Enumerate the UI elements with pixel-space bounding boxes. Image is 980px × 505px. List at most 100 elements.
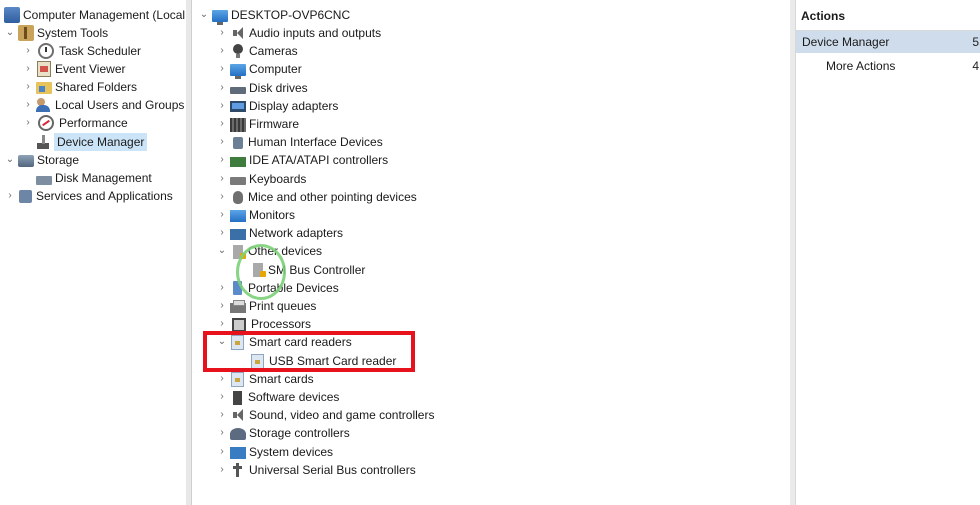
chevron-right-icon[interactable]: › bbox=[216, 79, 228, 97]
device-category[interactable]: › Universal Serial Bus controllers bbox=[216, 461, 416, 479]
action-more-actions[interactable]: More Actions 4 bbox=[796, 55, 980, 77]
firmware-icon bbox=[230, 117, 246, 132]
device-category[interactable]: › Human Interface Devices bbox=[216, 133, 383, 151]
chevron-right-icon[interactable]: › bbox=[216, 443, 228, 461]
storage-icon bbox=[18, 155, 34, 167]
chevron-down-icon[interactable]: ⌄ bbox=[4, 151, 16, 169]
device-item[interactable]: USB Smart Card reader bbox=[236, 352, 396, 370]
device-category[interactable]: › Smart cards bbox=[216, 370, 314, 388]
tree-node-task-scheduler[interactable]: › Task Scheduler bbox=[22, 42, 141, 60]
action-device-manager[interactable]: Device Manager 5 bbox=[796, 31, 980, 53]
device-category[interactable]: › Keyboards bbox=[216, 170, 306, 188]
device-category[interactable]: › Storage controllers bbox=[216, 424, 350, 442]
chevron-right-icon[interactable]: › bbox=[216, 97, 228, 115]
device-category[interactable]: › Disk drives bbox=[216, 79, 307, 97]
device-category[interactable]: › Display adapters bbox=[216, 97, 338, 115]
tree-label: Device Manager bbox=[54, 133, 148, 151]
device-category[interactable]: › Monitors bbox=[216, 206, 295, 224]
tools-icon bbox=[18, 25, 34, 41]
disk-management-icon bbox=[36, 176, 52, 185]
chevron-right-icon[interactable]: › bbox=[22, 114, 34, 132]
speaker-icon bbox=[230, 25, 246, 41]
chevron-right-icon[interactable]: › bbox=[216, 388, 228, 406]
device-label: Smart cards bbox=[249, 371, 314, 386]
device-category[interactable]: ⌄ Other devices bbox=[216, 242, 322, 260]
tree-label: Services and Applications bbox=[36, 189, 173, 203]
chevron-right-icon[interactable]: › bbox=[216, 170, 228, 188]
device-label: USB Smart Card reader bbox=[269, 353, 397, 368]
collapse-arrow-icon[interactable]: 5 bbox=[972, 31, 979, 53]
chevron-right-icon[interactable]: › bbox=[216, 315, 228, 333]
device-manager-icon bbox=[36, 134, 52, 150]
tree-node-performance[interactable]: › Performance bbox=[22, 114, 128, 132]
tree-label: Disk Management bbox=[55, 171, 152, 185]
device-item[interactable]: SM Bus Controller bbox=[236, 261, 365, 279]
chevron-right-icon[interactable]: › bbox=[216, 188, 228, 206]
tree-node-system-tools[interactable]: ⌄ System Tools bbox=[4, 24, 108, 42]
device-category[interactable]: › Portable Devices bbox=[216, 279, 339, 297]
actions-header: Actions bbox=[796, 0, 980, 31]
device-label: Keyboards bbox=[249, 171, 307, 186]
device-category[interactable]: › Sound, video and game controllers bbox=[216, 406, 434, 424]
portable-device-icon bbox=[233, 281, 242, 296]
services-icon bbox=[19, 189, 32, 203]
sound-icon bbox=[230, 407, 246, 423]
chevron-down-icon[interactable]: ⌄ bbox=[216, 333, 228, 351]
chevron-right-icon[interactable]: › bbox=[216, 133, 228, 151]
chevron-right-icon[interactable]: › bbox=[216, 24, 228, 42]
smart-card-reader-icon bbox=[231, 335, 244, 351]
device-tree-root[interactable]: ⌄ DESKTOP-OVP6CNC bbox=[198, 6, 351, 25]
device-category[interactable]: › Processors bbox=[216, 315, 311, 333]
performance-icon bbox=[38, 115, 54, 131]
chevron-right-icon[interactable]: › bbox=[216, 297, 228, 315]
tree-node-services[interactable]: › Services and Applications bbox=[4, 187, 173, 205]
device-category[interactable]: › Network adapters bbox=[216, 224, 343, 242]
device-category[interactable]: › Firmware bbox=[216, 115, 299, 133]
chevron-down-icon[interactable]: ⌄ bbox=[216, 242, 228, 260]
chevron-right-icon[interactable]: › bbox=[216, 115, 228, 133]
chevron-right-icon[interactable]: › bbox=[4, 187, 16, 205]
chevron-right-icon[interactable]: › bbox=[216, 279, 228, 297]
actions-pane: Actions Device Manager 5 More Actions 4 bbox=[795, 0, 980, 505]
chevron-right-icon[interactable]: › bbox=[216, 42, 228, 60]
usb-icon bbox=[230, 462, 246, 478]
action-label: More Actions bbox=[826, 59, 896, 73]
device-label: Monitors bbox=[249, 208, 296, 222]
device-category[interactable]: › IDE ATA/ATAPI controllers bbox=[216, 151, 388, 169]
device-category[interactable]: › Print queues bbox=[216, 297, 316, 315]
device-category[interactable]: › Mice and other pointing devices bbox=[216, 188, 417, 206]
chevron-right-icon[interactable]: › bbox=[216, 206, 228, 224]
tree-node-disk-management[interactable]: Disk Management bbox=[22, 169, 152, 187]
device-category[interactable]: › Audio inputs and outputs bbox=[216, 24, 381, 42]
tree-node-event-viewer[interactable]: › Event Viewer bbox=[22, 60, 125, 78]
device-category[interactable]: ⌄ Smart card readers bbox=[216, 333, 352, 351]
processor-icon bbox=[232, 317, 246, 332]
tree-node-local-users[interactable]: › Local Users and Groups bbox=[22, 96, 184, 114]
chevron-right-icon[interactable]: › bbox=[216, 151, 228, 169]
chevron-down-icon[interactable]: ⌄ bbox=[198, 6, 210, 24]
device-label: Computer bbox=[249, 62, 302, 77]
chevron-right-icon[interactable]: › bbox=[22, 60, 34, 78]
chevron-right-icon[interactable]: › bbox=[216, 60, 228, 78]
device-category[interactable]: › System devices bbox=[216, 443, 333, 461]
tree-node-device-manager[interactable]: Device Manager bbox=[22, 133, 148, 151]
computer-name-label: DESKTOP-OVP6CNC bbox=[231, 8, 351, 22]
tree-node-computer-management[interactable]: Computer Management (Local bbox=[2, 6, 185, 24]
submenu-arrow-icon[interactable]: 4 bbox=[972, 55, 979, 77]
device-category[interactable]: › Software devices bbox=[216, 388, 339, 406]
chevron-right-icon[interactable]: › bbox=[216, 406, 228, 424]
chevron-right-icon[interactable]: › bbox=[22, 42, 34, 60]
chevron-right-icon[interactable]: › bbox=[22, 96, 34, 114]
device-category[interactable]: › Cameras bbox=[216, 42, 298, 60]
chevron-right-icon[interactable]: › bbox=[216, 224, 228, 242]
chevron-right-icon[interactable]: › bbox=[216, 370, 228, 388]
chevron-right-icon[interactable]: › bbox=[22, 78, 34, 96]
chevron-right-icon[interactable]: › bbox=[216, 424, 228, 442]
tree-node-storage[interactable]: ⌄ Storage bbox=[4, 151, 79, 169]
smart-card-reader-icon bbox=[251, 353, 264, 369]
chevron-down-icon[interactable]: ⌄ bbox=[4, 24, 16, 42]
device-label: Storage controllers bbox=[249, 426, 350, 441]
device-category[interactable]: › Computer bbox=[216, 60, 302, 79]
tree-node-shared-folders[interactable]: › Shared Folders bbox=[22, 78, 137, 96]
chevron-right-icon[interactable]: › bbox=[216, 461, 228, 479]
